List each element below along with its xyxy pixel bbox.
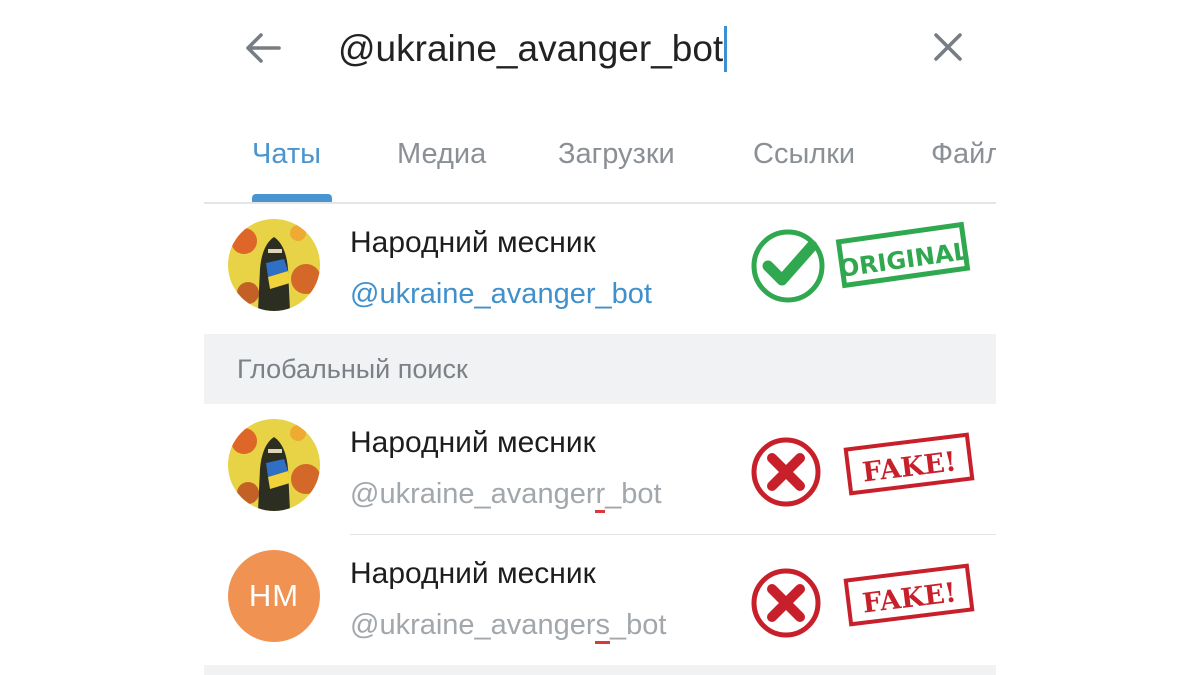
avenger-portrait-image <box>228 219 320 311</box>
avatar <box>228 419 320 511</box>
original-check-icon <box>751 229 825 303</box>
avatar <box>228 219 320 311</box>
active-tab-indicator <box>252 194 332 202</box>
chat-handle: @ukraine_avangers_bot <box>350 609 667 644</box>
fake-cross-icon <box>751 568 821 638</box>
chat-handle: @ukraine_avanger_bot <box>350 278 652 310</box>
tab-chats[interactable]: Чаты <box>252 138 321 171</box>
tab-media[interactable]: Медиа <box>397 138 486 171</box>
text-cursor <box>724 26 728 72</box>
chat-name: Народний месник <box>350 426 596 459</box>
original-stamp: ORIGINAL <box>835 221 971 289</box>
chat-handle: @ukraine_avangerr_bot <box>350 478 662 513</box>
fake-stamp: FAKE! <box>843 432 975 496</box>
handle-suffix: _bot <box>609 609 667 641</box>
tab-downloads[interactable]: Загрузки <box>558 138 675 171</box>
section-title: Глобальный поиск <box>237 354 468 384</box>
fake-cross-icon <box>751 437 821 507</box>
tab-links[interactable]: Ссылки <box>753 138 855 171</box>
tab-bar: Чаты Медиа Загрузки Ссылки Файлы <box>204 128 996 204</box>
handle-prefix: @ukraine_avanger <box>350 609 596 641</box>
typo-highlight: s <box>595 609 610 644</box>
typo-highlight: r <box>595 478 606 513</box>
fake-stamp: FAKE! <box>843 563 975 627</box>
clear-icon[interactable] <box>931 30 965 64</box>
handle-suffix: _bot <box>605 478 662 510</box>
chat-result-fake-2[interactable]: НМ Народний месник @ukraine_avangers_bot… <box>204 535 996 665</box>
back-arrow-icon[interactable] <box>243 28 283 68</box>
chat-name: Народний месник <box>350 557 596 590</box>
handle-prefix: @ukraine_avanger <box>350 478 596 510</box>
chat-result-original[interactable]: Народний месник @ukraine_avanger_bot ORI… <box>204 206 996 334</box>
chat-result-fake-1[interactable]: Народний месник @ukraine_avangerr_bot FA… <box>204 404 996 534</box>
search-query-text: @ukraine_avanger_bot <box>338 28 724 69</box>
avatar: НМ <box>228 550 320 642</box>
tab-files[interactable]: Файлы <box>931 138 996 171</box>
global-search-header: Глобальный поиск <box>204 334 996 404</box>
list-bottom-strip <box>204 665 996 675</box>
search-input[interactable]: @ukraine_avanger_bot <box>338 26 728 72</box>
avenger-portrait-image <box>228 419 320 511</box>
chat-name: Народний месник <box>350 226 596 259</box>
